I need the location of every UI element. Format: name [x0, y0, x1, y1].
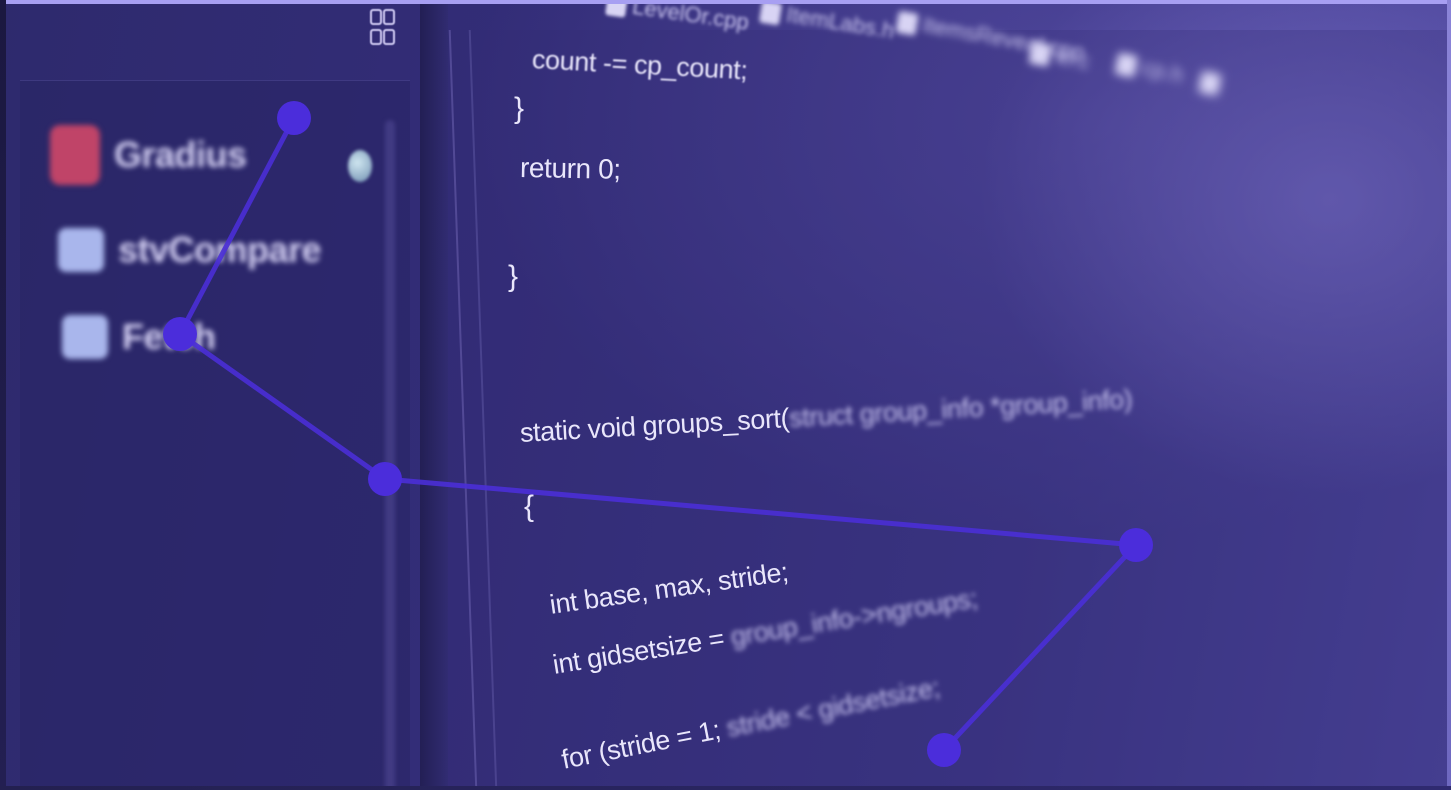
file-explorer-sidebar [20, 80, 410, 790]
code-line: } [514, 92, 524, 126]
editor-tab-bar: LevelOr.cpp ItemLabs.h ItemsReveal.cpp l… [600, 0, 1451, 97]
sidebar-item-label: Fetch [122, 316, 216, 357]
sidebar-item-gradius[interactable]: Gradius [50, 125, 247, 185]
code-line: } [508, 260, 518, 294]
tab-extra[interactable] [1197, 68, 1229, 99]
code-text: } [514, 92, 524, 125]
editor-gutter [420, 0, 448, 790]
sidebar-item-label: Gradius [114, 134, 247, 175]
code-line: { [524, 490, 534, 524]
code-text: { [524, 490, 534, 523]
file-icon [1197, 70, 1222, 97]
file-icon [758, 0, 783, 26]
red-file-icon [50, 125, 100, 185]
right-highlight-bar [1447, 0, 1451, 790]
tab-levelor[interactable]: LevelOr.cpp [605, 0, 751, 36]
sidebar-item-label: stvCompare [118, 229, 322, 270]
status-indicator-icon [348, 150, 372, 182]
sidebar-scrollbar[interactable] [385, 120, 395, 790]
file-icon [895, 10, 919, 36]
tab-itemlabs[interactable]: ItemLabs.h [758, 0, 897, 44]
tab-label: ItemLabs.h [784, 1, 897, 44]
code-text: } [508, 260, 518, 293]
sidebar-item-stvcompare[interactable]: stvCompare [58, 228, 322, 272]
sidebar-item-fetch[interactable]: Fetch [62, 315, 216, 359]
left-frame [0, 0, 6, 790]
code-editor-screenshot: Gradius stvCompare Fetch LevelOr.cpp Ite… [0, 0, 1451, 790]
code-line: return 0; [520, 152, 621, 186]
grid-icon[interactable] [370, 8, 396, 48]
blue-folder-icon [62, 315, 108, 359]
file-icon [1028, 41, 1053, 68]
tab-label: ltr.c [1053, 43, 1093, 75]
tab-label: LevelOr.cpp [630, 0, 751, 35]
blue-folder-icon [58, 228, 104, 272]
code-text: return 0; [519, 152, 621, 185]
bottom-frame [0, 786, 1451, 790]
top-highlight-bar [0, 0, 1451, 4]
file-icon [1114, 52, 1139, 79]
